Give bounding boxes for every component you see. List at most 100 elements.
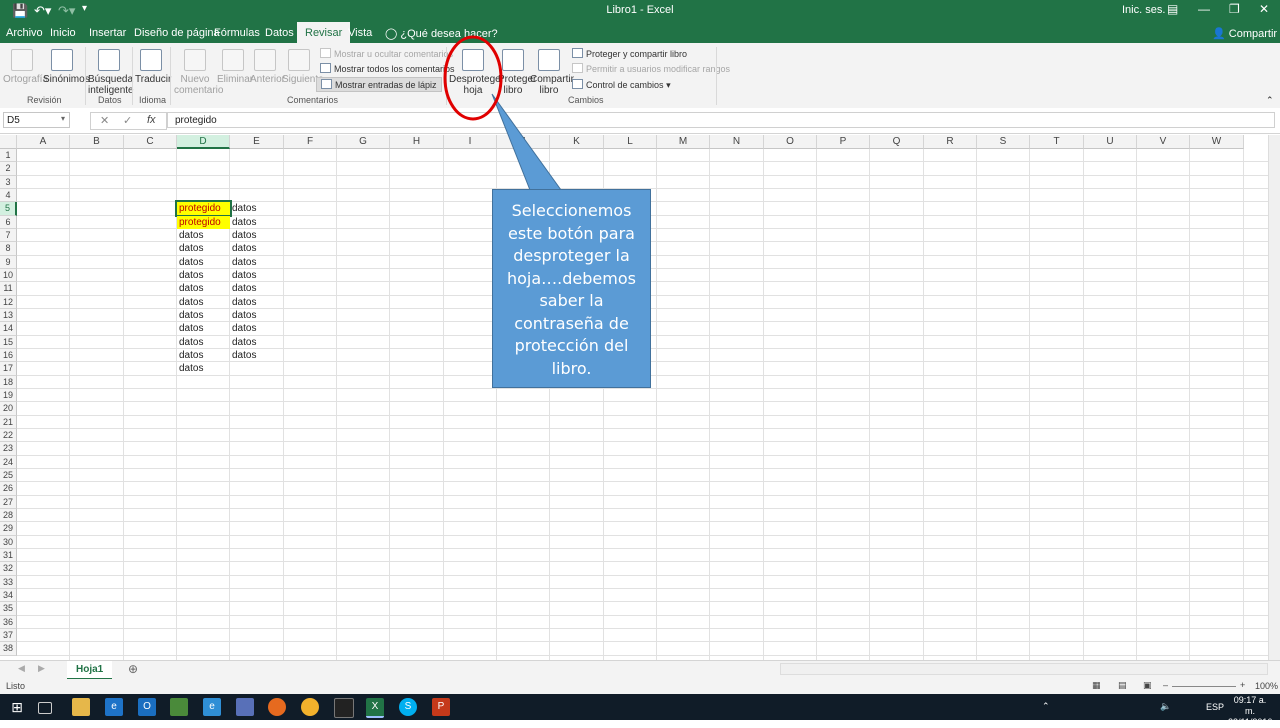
tray-chevron-icon[interactable]: ⌃ [1042, 701, 1050, 712]
cell-d9[interactable]: datos [177, 256, 230, 269]
spelling-button[interactable]: Ortografía [3, 49, 48, 85]
outlook-icon[interactable]: O [138, 698, 156, 716]
column-header-t[interactable]: T [1030, 135, 1084, 149]
cell-e5[interactable]: datos [230, 202, 284, 215]
row-header-32[interactable]: 32 [0, 562, 17, 576]
enter-icon[interactable]: ✓ [123, 114, 132, 127]
next-comment-button[interactable]: Siguiente [282, 49, 324, 85]
cell-d5[interactable]: protegido [175, 200, 232, 218]
previous-comment-button[interactable]: Anterior [250, 49, 285, 85]
row-header-3[interactable]: 3 [0, 175, 17, 189]
network-app-icon[interactable] [236, 698, 254, 716]
cell-d6[interactable]: protegido [177, 215, 230, 229]
column-header-s[interactable]: S [977, 135, 1030, 149]
show-ink-button[interactable]: Mostrar entradas de lápiz [316, 77, 442, 92]
chrome-icon[interactable] [301, 698, 319, 716]
row-header-30[interactable]: 30 [0, 535, 17, 549]
app-icon[interactable] [170, 698, 188, 716]
row-header-34[interactable]: 34 [0, 588, 17, 603]
cell-e10[interactable]: datos [230, 269, 284, 282]
scroll-right-icon[interactable]: ▶ [38, 663, 45, 674]
add-sheet-icon[interactable]: ⊕ [128, 662, 138, 676]
row-header-28[interactable]: 28 [0, 508, 17, 523]
cell-d12[interactable]: datos [177, 296, 230, 309]
minimize-icon[interactable]: — [1198, 2, 1210, 16]
cell-e12[interactable]: datos [230, 296, 284, 309]
cell-e7[interactable]: datos [230, 229, 284, 242]
column-header-n[interactable]: N [710, 135, 764, 149]
cell-d11[interactable]: datos [177, 282, 230, 295]
row-header-36[interactable]: 36 [0, 615, 17, 629]
terminal-icon[interactable] [334, 698, 354, 718]
row-header-1[interactable]: 1 [0, 149, 17, 163]
row-header-33[interactable]: 33 [0, 575, 17, 589]
show-all-comments-button[interactable]: Mostrar todos los comentarios [320, 63, 455, 74]
cell-d8[interactable]: datos [177, 242, 230, 255]
internet-explorer-icon[interactable]: e [203, 698, 221, 716]
column-header-v[interactable]: V [1137, 135, 1190, 149]
row-header-31[interactable]: 31 [0, 548, 17, 563]
tab-vista[interactable]: Vista [348, 27, 372, 39]
row-header-10[interactable]: 10 [0, 268, 17, 283]
allow-edit-ranges-button[interactable]: Permitir a usuarios modificar rangos [572, 63, 730, 74]
language-indicator[interactable]: ESP [1206, 702, 1224, 712]
cell-d13[interactable]: datos [177, 309, 230, 322]
cell-d14[interactable]: datos [177, 322, 230, 335]
cell-e6[interactable]: datos [230, 216, 284, 229]
smart-lookup-button[interactable]: Búsqueda inteligente [88, 49, 134, 96]
delete-comment-button[interactable]: Eliminar [217, 49, 253, 85]
normal-view-icon[interactable]: ▦ [1092, 680, 1101, 691]
name-box[interactable]: D5 [3, 112, 70, 128]
row-header-29[interactable]: 29 [0, 522, 17, 536]
new-comment-button[interactable]: Nuevo comentario [174, 49, 223, 96]
row-header-35[interactable]: 35 [0, 602, 17, 616]
tab-diseno-pagina[interactable]: Diseño de página [134, 27, 220, 39]
column-header-c[interactable]: C [124, 135, 177, 149]
scroll-left-icon[interactable]: ◀ [18, 663, 25, 674]
collapse-ribbon-icon[interactable]: ⌃ [1266, 95, 1274, 106]
cell-d17[interactable]: datos [177, 362, 230, 375]
tab-insertar[interactable]: Insertar [89, 27, 126, 39]
zoom-out-icon[interactable]: – [1163, 680, 1168, 690]
edge-icon[interactable]: e [105, 698, 123, 716]
firefox-icon[interactable] [268, 698, 286, 716]
row-header-15[interactable]: 15 [0, 335, 17, 349]
row-header-12[interactable]: 12 [0, 295, 17, 309]
cell-e16[interactable]: datos [230, 349, 284, 362]
row-header-7[interactable]: 7 [0, 228, 17, 243]
row-header-8[interactable]: 8 [0, 242, 17, 256]
clock[interactable]: 09:17 a. m. 23/11/2016 [1228, 695, 1272, 728]
column-header-g[interactable]: G [337, 135, 390, 149]
sign-in-link[interactable]: Inic. ses. [1122, 4, 1165, 16]
row-header-20[interactable]: 20 [0, 402, 17, 416]
column-header-b[interactable]: B [70, 135, 124, 149]
sheet-tab-hoja1[interactable]: Hoja1 [67, 661, 113, 680]
row-header-14[interactable]: 14 [0, 322, 17, 336]
column-header-w[interactable]: W [1190, 135, 1244, 149]
row-header-4[interactable]: 4 [0, 188, 17, 203]
zoom-level[interactable]: 100% [1255, 681, 1278, 691]
restore-icon[interactable]: ❐ [1229, 2, 1240, 16]
column-header-a[interactable]: A [17, 135, 70, 149]
column-header-e[interactable]: E [230, 135, 284, 149]
cell-e9[interactable]: datos [230, 256, 284, 269]
column-header-d[interactable]: D [177, 135, 230, 149]
row-header-17[interactable]: 17 [0, 362, 17, 376]
row-header-37[interactable]: 37 [0, 628, 17, 643]
column-header-u[interactable]: U [1084, 135, 1137, 149]
cell-e15[interactable]: datos [230, 336, 284, 349]
row-header-18[interactable]: 18 [0, 375, 17, 389]
row-header-38[interactable]: 38 [0, 642, 17, 656]
file-explorer-icon[interactable] [72, 698, 90, 716]
protect-share-workbook-button[interactable]: Proteger y compartir libro [572, 48, 687, 59]
thesaurus-button[interactable]: Sinónimos [43, 49, 90, 85]
row-header-23[interactable]: 23 [0, 442, 17, 456]
cell-d7[interactable]: datos [177, 229, 230, 242]
row-header-24[interactable]: 24 [0, 455, 17, 469]
tab-inicio[interactable]: Inicio [50, 27, 76, 39]
cell-e14[interactable]: datos [230, 322, 284, 335]
translate-button[interactable]: Traducir [135, 49, 171, 85]
share-button[interactable]: 👤 Compartir [1212, 27, 1277, 40]
select-all-corner[interactable] [0, 135, 17, 149]
row-header-22[interactable]: 22 [0, 428, 17, 443]
